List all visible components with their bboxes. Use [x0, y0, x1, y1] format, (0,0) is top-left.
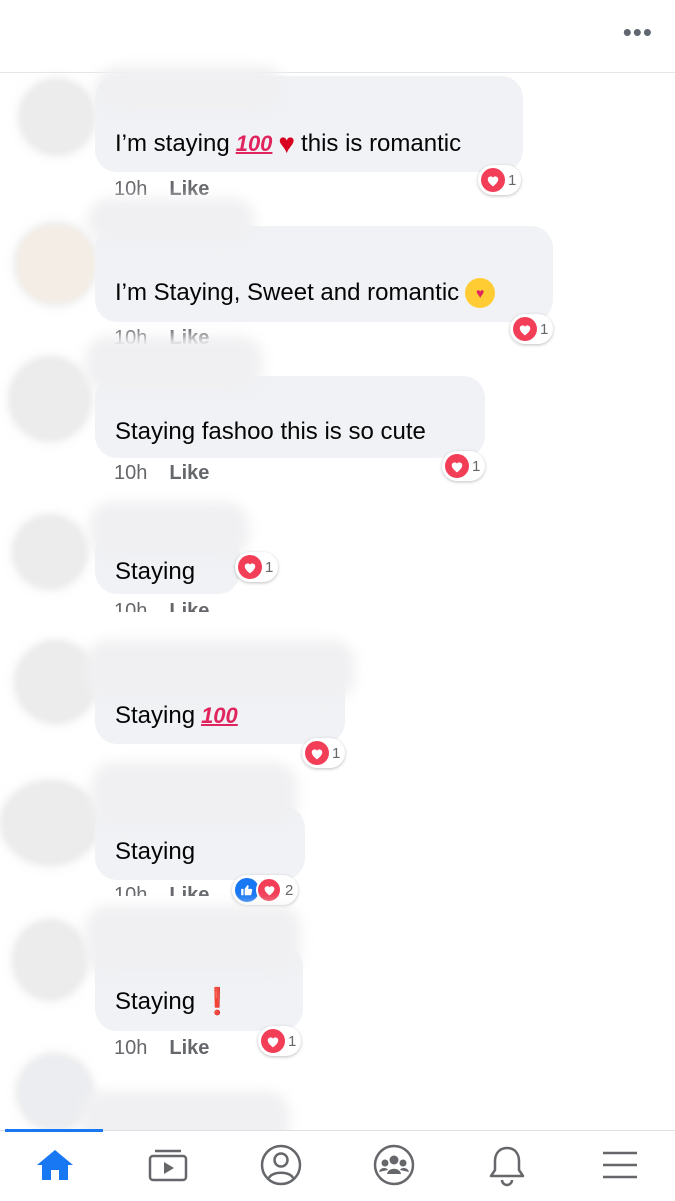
reaction-count: 1 — [332, 744, 341, 762]
tab-watch[interactable] — [123, 1139, 213, 1191]
like-link[interactable]: Like — [169, 600, 209, 612]
timestamp[interactable]: 10h — [114, 600, 147, 612]
reaction-summary[interactable]: 1 — [258, 1026, 302, 1056]
avatar[interactable] — [16, 224, 96, 304]
comment-text: Staying ❗ — [115, 986, 234, 1016]
bell-icon — [489, 1146, 525, 1187]
comment-text: Staying — [115, 558, 196, 585]
profile-icon — [260, 1144, 302, 1186]
home-icon — [37, 1150, 73, 1180]
love-reaction-icon — [513, 317, 537, 341]
timestamp[interactable]: 10h — [114, 178, 147, 200]
author-name-redacted[interactable] — [85, 640, 355, 700]
tab-profile[interactable] — [236, 1139, 326, 1191]
red-heart-icon: ♥ — [278, 128, 296, 159]
author-name-redacted[interactable] — [87, 198, 255, 244]
comment-meta: 10h Like — [114, 1037, 209, 1060]
reaction-summary[interactable]: 1 — [302, 738, 346, 768]
comment-bubble[interactable]: Staying — [91, 762, 305, 880]
red-exclamation-icon: ❗ — [201, 986, 234, 1016]
author-name-redacted[interactable] — [85, 905, 301, 975]
timestamp[interactable]: 10h — [114, 1037, 147, 1059]
hundred-points-icon: 100 — [201, 703, 238, 728]
comment-bubble[interactable]: Staying 100 — [85, 640, 355, 744]
top-bar: ••• — [0, 0, 675, 73]
comment-bubble[interactable]: I’m staying 100 ♥ this is romantic — [95, 66, 523, 172]
love-reaction-icon — [305, 741, 329, 765]
avatar[interactable] — [16, 642, 96, 722]
reaction-summary[interactable]: 1 — [442, 451, 486, 481]
comment-text: Staying — [115, 838, 196, 865]
comment-bubble[interactable]: I’m Staying, Sweet and romantic ♥ — [87, 198, 553, 322]
tab-groups[interactable] — [349, 1139, 439, 1191]
groups-icon — [373, 1144, 415, 1186]
comment-text: I’m staying 100 ♥ this is romantic — [115, 128, 462, 159]
video-icon — [148, 1149, 188, 1182]
avatar[interactable] — [20, 80, 94, 154]
timestamp[interactable]: 10h — [114, 462, 147, 484]
reaction-count: 2 — [285, 881, 294, 899]
love-reaction-icon — [481, 168, 505, 192]
love-reaction-icon — [256, 877, 282, 903]
like-link[interactable]: Like — [169, 462, 209, 484]
menu-icon — [603, 1151, 637, 1179]
reaction-summary[interactable]: 2 — [232, 875, 299, 905]
author-name-redacted[interactable] — [89, 502, 249, 558]
tab-menu[interactable] — [575, 1139, 665, 1191]
smiling-face-with-hearts-icon: ♥ — [465, 278, 496, 308]
reaction-count: 1 — [540, 320, 549, 338]
comment-text: I’m Staying, Sweet and romantic ♥ — [115, 278, 496, 308]
avatar[interactable] — [2, 782, 98, 864]
avatar[interactable] — [14, 516, 86, 588]
comment-text: Staying fashoo this is so cute — [115, 418, 426, 445]
reaction-summary[interactable]: 1 — [478, 165, 522, 195]
avatar[interactable] — [14, 921, 86, 999]
like-link[interactable]: Like — [169, 178, 209, 200]
more-horizontal-icon[interactable]: ••• — [623, 19, 653, 45]
tab-notifications[interactable] — [462, 1139, 552, 1191]
active-tab-indicator — [5, 1129, 103, 1132]
love-reaction-icon — [238, 555, 262, 579]
love-reaction-icon — [261, 1029, 285, 1053]
love-reaction-icon — [445, 454, 469, 478]
comment-bubble[interactable]: Staying — [89, 502, 249, 594]
comment-meta: 10h Like — [114, 462, 209, 485]
reaction-count: 1 — [288, 1032, 297, 1050]
reaction-summary[interactable]: 1 — [235, 552, 279, 582]
like-link[interactable]: Like — [169, 1037, 209, 1059]
comment-bubble[interactable]: Staying ❗ — [85, 905, 303, 1031]
timestamp[interactable]: 10h — [114, 884, 147, 896]
tab-home[interactable] — [10, 1139, 100, 1191]
reaction-count: 1 — [508, 171, 517, 189]
comment-meta: 10h Like — [114, 884, 209, 896]
comment-text: Staying 100 — [115, 702, 238, 729]
bottom-tab-bar — [0, 1129, 675, 1201]
author-name-redacted[interactable] — [95, 66, 285, 112]
comment-meta: 10h Like — [114, 600, 209, 612]
author-name-redacted[interactable] — [85, 336, 263, 392]
reaction-summary[interactable]: 1 — [510, 314, 554, 344]
comment-bubble[interactable]: Staying fashoo this is so cute — [85, 336, 485, 458]
reaction-count: 1 — [472, 457, 481, 475]
author-name-redacted[interactable] — [91, 762, 297, 828]
hundred-points-icon: 100 — [235, 131, 273, 156]
like-link[interactable]: Like — [169, 884, 209, 896]
avatar[interactable] — [10, 358, 90, 440]
reaction-count: 1 — [265, 558, 274, 576]
